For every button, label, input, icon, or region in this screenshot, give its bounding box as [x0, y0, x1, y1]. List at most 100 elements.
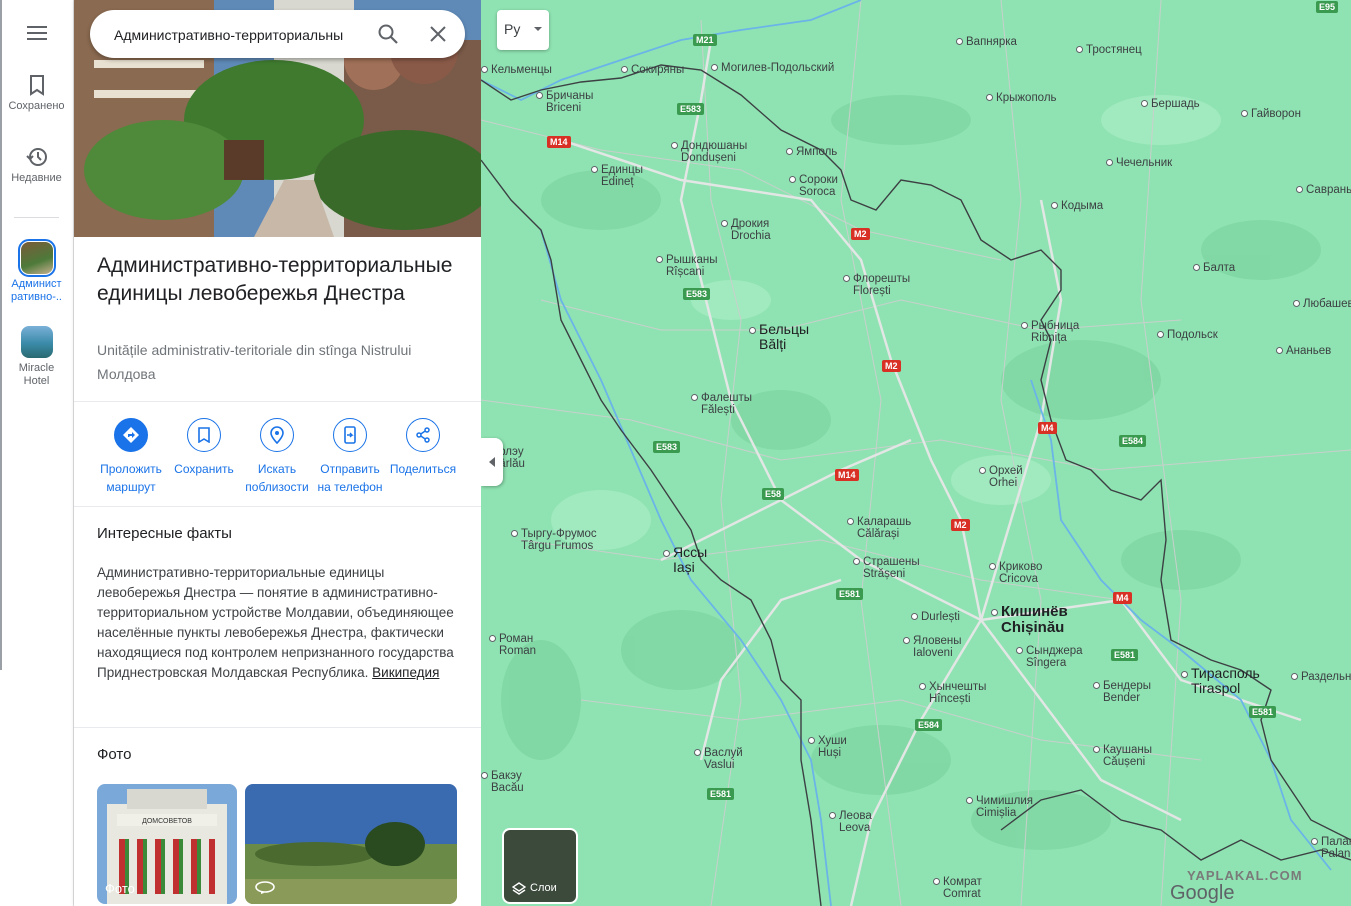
map-place-label[interactable]: Ананьев	[1276, 345, 1331, 357]
place-dot-icon	[1291, 673, 1298, 680]
map-place-label[interactable]: Ямполь	[786, 146, 837, 158]
place-dot-icon	[991, 609, 998, 616]
photo-1-sign: ДОМСОВЕТОВ	[142, 818, 192, 825]
map-place-label[interactable]: Чимишлия Cimișlia	[966, 795, 1033, 819]
map-place-label[interactable]: Сынджера Sîngera	[1016, 645, 1083, 669]
place-dot-icon	[919, 683, 926, 690]
map-place-label[interactable]: Чечельник	[1106, 157, 1172, 169]
map-place-label[interactable]: Бричаны Briceni	[536, 90, 593, 114]
map-place-label[interactable]: Сокиряны	[621, 64, 684, 76]
layers-button[interactable]: Слои	[502, 828, 578, 904]
search-box	[90, 10, 465, 58]
map-place-label[interactable]: Сороки Soroca	[789, 174, 838, 198]
wikipedia-link[interactable]: Википедия	[372, 665, 439, 680]
map-place-label[interactable]: Гайворон	[1241, 108, 1301, 120]
map-place-label[interactable]: Хуши Huși	[808, 735, 847, 759]
map-place-label[interactable]: Страшены Strășeni	[853, 556, 920, 580]
map-place-label[interactable]: Яловены Ialoveni	[903, 635, 962, 659]
share-button[interactable]: Поделиться	[386, 418, 460, 478]
search-icon[interactable]	[376, 22, 400, 46]
saved-button[interactable]: Сохранено	[0, 74, 73, 112]
map-place-label[interactable]: Рышканы Rîșcani	[656, 254, 717, 278]
directions-button[interactable]: Проложить маршрут	[94, 418, 168, 496]
menu-button[interactable]	[0, 24, 73, 46]
map-place-label[interactable]: Саврань	[1296, 184, 1351, 196]
map-place-label[interactable]: Роман Roman	[489, 633, 536, 657]
search-input[interactable]	[112, 22, 366, 48]
save-label: Сохранить	[174, 462, 234, 476]
map-place-label[interactable]: Кодыма	[1051, 200, 1103, 212]
place-dot-icon	[481, 66, 488, 73]
map-place-label[interactable]: Каларашь Călărași	[847, 516, 911, 540]
admin-units-thumbnail	[17, 239, 56, 277]
map-place-label[interactable]: Крыжополь	[986, 92, 1057, 104]
road-shield: E583	[683, 288, 711, 300]
map-place-label[interactable]: Васлуй Vaslui	[694, 747, 743, 771]
map-place-label[interactable]: Комрат Comrat	[933, 876, 982, 900]
map-place-label[interactable]: Фалешты Fălești	[691, 392, 752, 416]
map-type-control[interactable]: Ру	[497, 10, 549, 50]
map-place-label[interactable]: Каушаны Căușeni	[1093, 744, 1152, 768]
place-dot-icon	[591, 166, 598, 173]
place-dot-icon	[989, 563, 996, 570]
place-dot-icon	[986, 94, 993, 101]
map-city-label[interactable]: Яссы Iași	[663, 545, 707, 575]
map-place-label[interactable]: Бакэу Bacău	[481, 770, 524, 794]
map-place-label[interactable]: Бершадь	[1141, 98, 1200, 110]
nearby-label: Искать поблизости	[245, 462, 309, 494]
collapse-panel-button[interactable]	[481, 438, 503, 486]
recent-button[interactable]: Недавние	[0, 146, 73, 184]
save-button[interactable]: Сохранить	[167, 418, 241, 478]
map-place-label[interactable]: Любашевка	[1293, 298, 1351, 310]
map-place-label[interactable]: Единцы Edineț	[591, 164, 643, 188]
chevron-left-icon	[489, 457, 495, 467]
place-dot-icon	[903, 637, 910, 644]
map-place-label[interactable]: Могилев-Подольский	[711, 62, 834, 74]
map-city-label[interactable]: Тирасполь Tiraspol	[1181, 666, 1260, 696]
map-place-label[interactable]: Кельменцы	[481, 64, 552, 76]
map-place-label[interactable]: Орхей Orhei	[979, 465, 1023, 489]
map-place-label[interactable]: Durlești	[911, 611, 960, 623]
map-place-label[interactable]: Рыбница Ribnița	[1021, 320, 1079, 344]
close-icon[interactable]	[426, 22, 450, 46]
road-shield: E95	[1316, 1, 1339, 13]
map-place-label[interactable]: Подольск	[1157, 329, 1218, 341]
send-to-phone-button[interactable]: Отправить на телефон	[313, 418, 387, 496]
watermark: YAPLAKAL.COM	[1187, 868, 1303, 883]
rail-item-miracle-hotel[interactable]: Miracle Hotel	[0, 326, 73, 388]
map-place-label[interactable]: Тростянец	[1076, 44, 1142, 56]
map-place-label[interactable]: Балта	[1193, 262, 1235, 274]
road-shield: M21	[693, 34, 717, 46]
map-capital-label[interactable]: Кишинёв Chișinău	[991, 604, 1068, 636]
nearby-icon	[270, 426, 284, 444]
map-place-label[interactable]: Хынчешты Hîncești	[919, 681, 986, 705]
place-dot-icon	[749, 327, 756, 334]
facts-body: Административно-территориальные единицы …	[97, 565, 454, 680]
map-place-label[interactable]: Криково Cricova	[989, 561, 1042, 585]
map-place-label[interactable]: Леова Leova	[829, 810, 872, 834]
place-dot-icon	[1051, 202, 1058, 209]
map-canvas[interactable]: Кельменцы Сокиряны Могилев-Подольский Вапня…	[481, 0, 1351, 906]
hero-photo[interactable]	[74, 0, 481, 237]
map-place-label[interactable]: Дрокия Drochia	[721, 218, 771, 242]
rail-item-admin-units[interactable]: Админист ративно-..	[0, 239, 73, 304]
nearby-button[interactable]: Искать поблизости	[240, 418, 314, 496]
place-dot-icon	[1106, 159, 1113, 166]
map-place-label[interactable]: Вапнярка	[956, 36, 1017, 48]
rail-edge	[0, 0, 2, 670]
map-city-label[interactable]: Бельцы Bălți	[749, 322, 809, 352]
map-place-label[interactable]: Дондюшаны Dondușeni	[671, 140, 747, 164]
map-place-label[interactable]: ПаланкаPalanca	[1311, 836, 1351, 860]
place-dot-icon	[1311, 838, 1318, 845]
map-place-label[interactable]: Раздельн	[1291, 671, 1351, 683]
place-dot-icon	[1181, 671, 1188, 678]
directions-label: Проложить маршрут	[100, 462, 162, 494]
layers-icon	[512, 882, 526, 895]
place-dot-icon	[621, 66, 628, 73]
map-place-label[interactable]: Бендеры Bender	[1093, 680, 1151, 704]
photo-tile-2[interactable]	[245, 784, 457, 904]
road-shield: E581	[707, 788, 735, 800]
map-place-label[interactable]: Тыргу-Фрумос Târgu Frumos	[511, 528, 597, 552]
map-place-label[interactable]: Флорешты Florești	[843, 273, 910, 297]
photo-tile-1[interactable]: ДОМСОВЕТОВ Фото	[97, 784, 237, 904]
